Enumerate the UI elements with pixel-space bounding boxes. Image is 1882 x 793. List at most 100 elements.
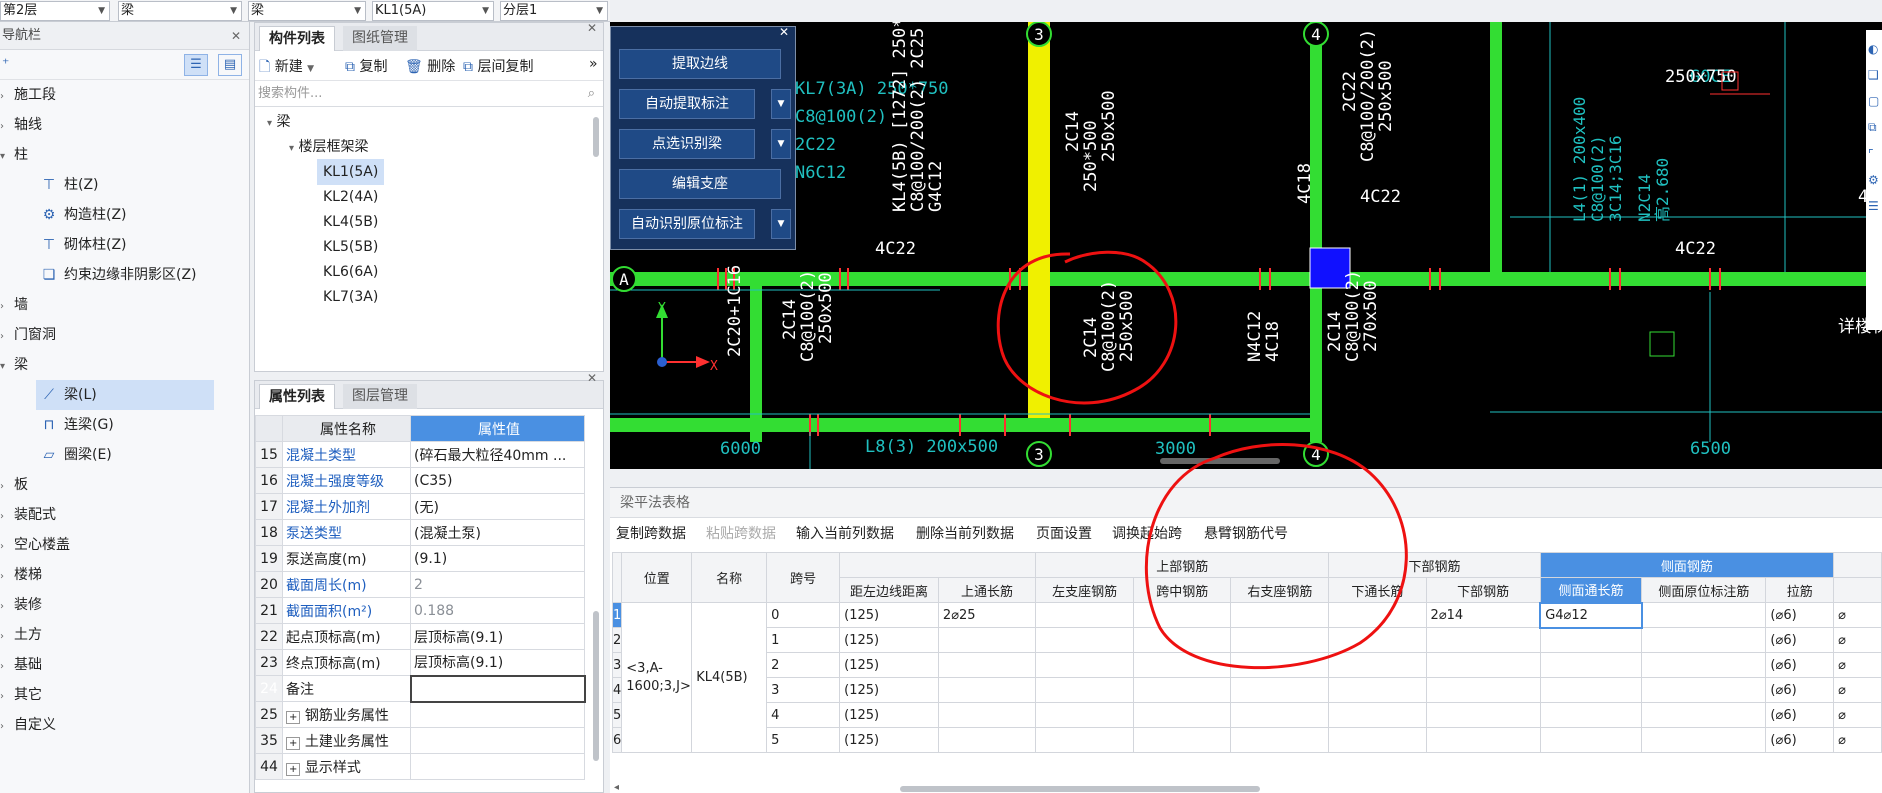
auto-recognize-annotation-button[interactable]: 自动识别原位标注 xyxy=(619,209,755,239)
table-scrollbar[interactable] xyxy=(900,786,1260,792)
extra-cell[interactable]: ⌀ xyxy=(1833,652,1882,678)
nav-item-foundation[interactable]: › 基础 xyxy=(0,650,42,680)
left-seat-cell[interactable] xyxy=(1035,652,1135,678)
property-row[interactable]: 22 起点顶标高(m) 层顶标高(9.1) xyxy=(255,623,585,650)
nav-item-axis[interactable]: › 轴线 xyxy=(0,110,42,140)
new-button[interactable]: 🗋 新建 ▼ xyxy=(259,56,314,80)
left-seat-cell[interactable] xyxy=(1035,677,1135,703)
property-name-group[interactable]: + 钢筋业务属性 xyxy=(282,701,411,728)
nav-item-beam-l[interactable]: ⟋ 梁(L) xyxy=(36,380,214,410)
nav-item-stairs[interactable]: › 楼梯 xyxy=(0,560,42,590)
component-item-kl5[interactable]: KL5(5B) xyxy=(323,234,378,260)
property-value[interactable]: (无) xyxy=(410,493,585,520)
tie-cell[interactable]: (⌀6) xyxy=(1765,627,1835,653)
tab-layer-management[interactable]: 图层管理 xyxy=(343,384,417,409)
pick-recognize-beam-button[interactable]: 点选识别梁 xyxy=(619,129,755,159)
row-num[interactable]: 4 xyxy=(611,677,623,703)
layer-select[interactable]: 分层1 ▼ xyxy=(500,1,608,21)
nav-item-column-z[interactable]: ⊤ 柱(Z) xyxy=(40,170,99,200)
right-seat-cell[interactable] xyxy=(1230,702,1330,728)
component-item-kl7[interactable]: KL7(3A) xyxy=(323,284,378,310)
mid-cell[interactable] xyxy=(1133,702,1232,728)
extra-cell[interactable]: ⌀ xyxy=(1833,727,1882,753)
property-row[interactable]: 17 混凝土外加剂 (无) xyxy=(255,493,585,520)
span-cell[interactable]: 2 xyxy=(766,652,841,678)
row-num[interactable]: 2 xyxy=(611,627,623,653)
side-origin-cell[interactable] xyxy=(1641,602,1767,628)
bottom-through-cell[interactable] xyxy=(1328,727,1427,753)
remark-input[interactable] xyxy=(409,674,586,703)
bottom-cell[interactable]: 2⌀14 xyxy=(1425,602,1541,628)
nav-item-openings[interactable]: › 门窗洞 xyxy=(0,320,56,350)
beam-axis3-selected[interactable] xyxy=(1028,22,1050,418)
nav-item-masonry-column[interactable]: ⊤ 砌体柱(Z) xyxy=(40,230,127,260)
component-search-input[interactable]: 搜索构件... ⌕ xyxy=(255,81,603,107)
tie-cell[interactable]: (⌀6) xyxy=(1765,727,1835,753)
close-icon[interactable]: ✕ xyxy=(587,371,597,385)
settings-icon[interactable]: ⚙ xyxy=(1868,173,1880,187)
list-view-icon[interactable]: ☰ xyxy=(184,54,208,76)
tree-node-beam[interactable]: ▾ 梁 xyxy=(267,109,290,135)
edit-support-button[interactable]: 编辑支座 xyxy=(619,169,781,199)
nav-item-earthwork[interactable]: › 土方 xyxy=(0,620,42,650)
span-cell[interactable]: 3 xyxy=(766,677,841,703)
extra-cell[interactable]: ⌀ xyxy=(1833,602,1882,628)
beam-left-vertical[interactable] xyxy=(750,272,762,442)
dist-cell[interactable]: (125) xyxy=(839,677,939,703)
pin-icon[interactable]: ⁺ xyxy=(2,56,9,72)
name-cell[interactable]: KL4(5B) xyxy=(691,602,768,753)
chevron-down-icon[interactable]: ▼ xyxy=(771,89,791,119)
side-origin-cell[interactable] xyxy=(1641,677,1767,703)
window-icon[interactable]: ❑ xyxy=(1868,68,1880,82)
extra-cell[interactable]: ⌀ xyxy=(1833,677,1882,703)
chevron-down-icon[interactable]: ▼ xyxy=(771,129,791,159)
side-through-cell[interactable]: G4⌀12 xyxy=(1539,601,1643,629)
span-cell[interactable]: 4 xyxy=(766,702,841,728)
side-through-cell[interactable] xyxy=(1539,677,1643,703)
property-row[interactable]: 35 + 土建业务属性 xyxy=(255,727,585,754)
cad-viewport[interactable]: 3 4 A 3 4 KL7(3A) 250*750 C8@100(2) 2C22… xyxy=(610,22,1882,469)
delete-button[interactable]: 🗑 删除 xyxy=(405,56,455,76)
paste-span-button[interactable]: 粘贴跨数据 xyxy=(706,518,776,550)
cad-drawing[interactable]: 3 4 A 3 4 KL7(3A) 250*750 C8@100(2) 2C22… xyxy=(610,22,1882,469)
row-num[interactable]: 5 xyxy=(611,702,623,728)
expand-plus-icon[interactable]: + xyxy=(286,736,301,750)
component-item-kl2[interactable]: KL2(4A) xyxy=(323,184,378,210)
close-icon[interactable]: ✕ xyxy=(231,22,241,50)
tab-property-list[interactable]: 属性列表 xyxy=(259,384,335,409)
copy-view-icon[interactable]: ⧉ xyxy=(1868,120,1880,135)
tab-component-list[interactable]: 构件列表 xyxy=(259,26,335,51)
nav-item-column[interactable]: ▾ 柱 xyxy=(0,140,28,170)
row-num[interactable]: 1 xyxy=(611,602,623,628)
tie-cell[interactable]: (⌀6) xyxy=(1765,652,1835,678)
property-value[interactable]: 层顶标高(9.1) xyxy=(410,649,585,676)
scroll-left-icon[interactable]: ◂ xyxy=(614,782,619,793)
category-select[interactable]: 梁 ▼ xyxy=(118,1,242,21)
component-item-kl1[interactable]: KL1(5A) xyxy=(317,159,385,185)
top-through-cell[interactable] xyxy=(937,652,1037,678)
nav-item-other[interactable]: › 其它 xyxy=(0,680,42,710)
dist-cell[interactable]: (125) xyxy=(839,727,939,753)
tie-cell[interactable]: (⌀6) xyxy=(1765,702,1835,728)
property-value[interactable]: (混凝土泵) xyxy=(410,519,585,546)
span-cell[interactable]: 0 xyxy=(766,602,841,628)
property-row[interactable]: 44 + 显示样式 xyxy=(255,753,585,780)
beam-axis4[interactable] xyxy=(1310,22,1322,442)
nav-item-construct-column[interactable]: ⚙ 构造柱(Z) xyxy=(40,200,127,230)
property-name-group[interactable]: + 显示样式 xyxy=(282,753,411,780)
component-select[interactable]: KL1(5A) ▼ xyxy=(372,1,494,21)
property-name-group[interactable]: + 土建业务属性 xyxy=(282,727,411,754)
dist-cell[interactable]: (125) xyxy=(839,602,939,628)
layer-icon[interactable]: ▢ xyxy=(1868,94,1880,108)
tree-node-frame-beam[interactable]: ▾ 楼层框架梁 xyxy=(289,134,368,160)
property-row[interactable]: 16 混凝土强度等级 (C35) xyxy=(255,467,585,494)
row-num[interactable]: 3 xyxy=(611,652,623,678)
nav-item-prefab[interactable]: › 装配式 xyxy=(0,500,56,530)
side-through-cell[interactable] xyxy=(1539,627,1643,653)
auto-extract-annotation-button[interactable]: 自动提取标注 xyxy=(619,89,755,119)
dist-cell[interactable]: (125) xyxy=(839,702,939,728)
tab-drawing-management[interactable]: 图纸管理 xyxy=(343,26,417,51)
table-row[interactable]: 5 4 (125) (⌀6) ⌀ xyxy=(611,702,1882,728)
component-item-kl6[interactable]: KL6(6A) xyxy=(323,259,378,285)
span-cell[interactable]: 1 xyxy=(766,627,841,653)
